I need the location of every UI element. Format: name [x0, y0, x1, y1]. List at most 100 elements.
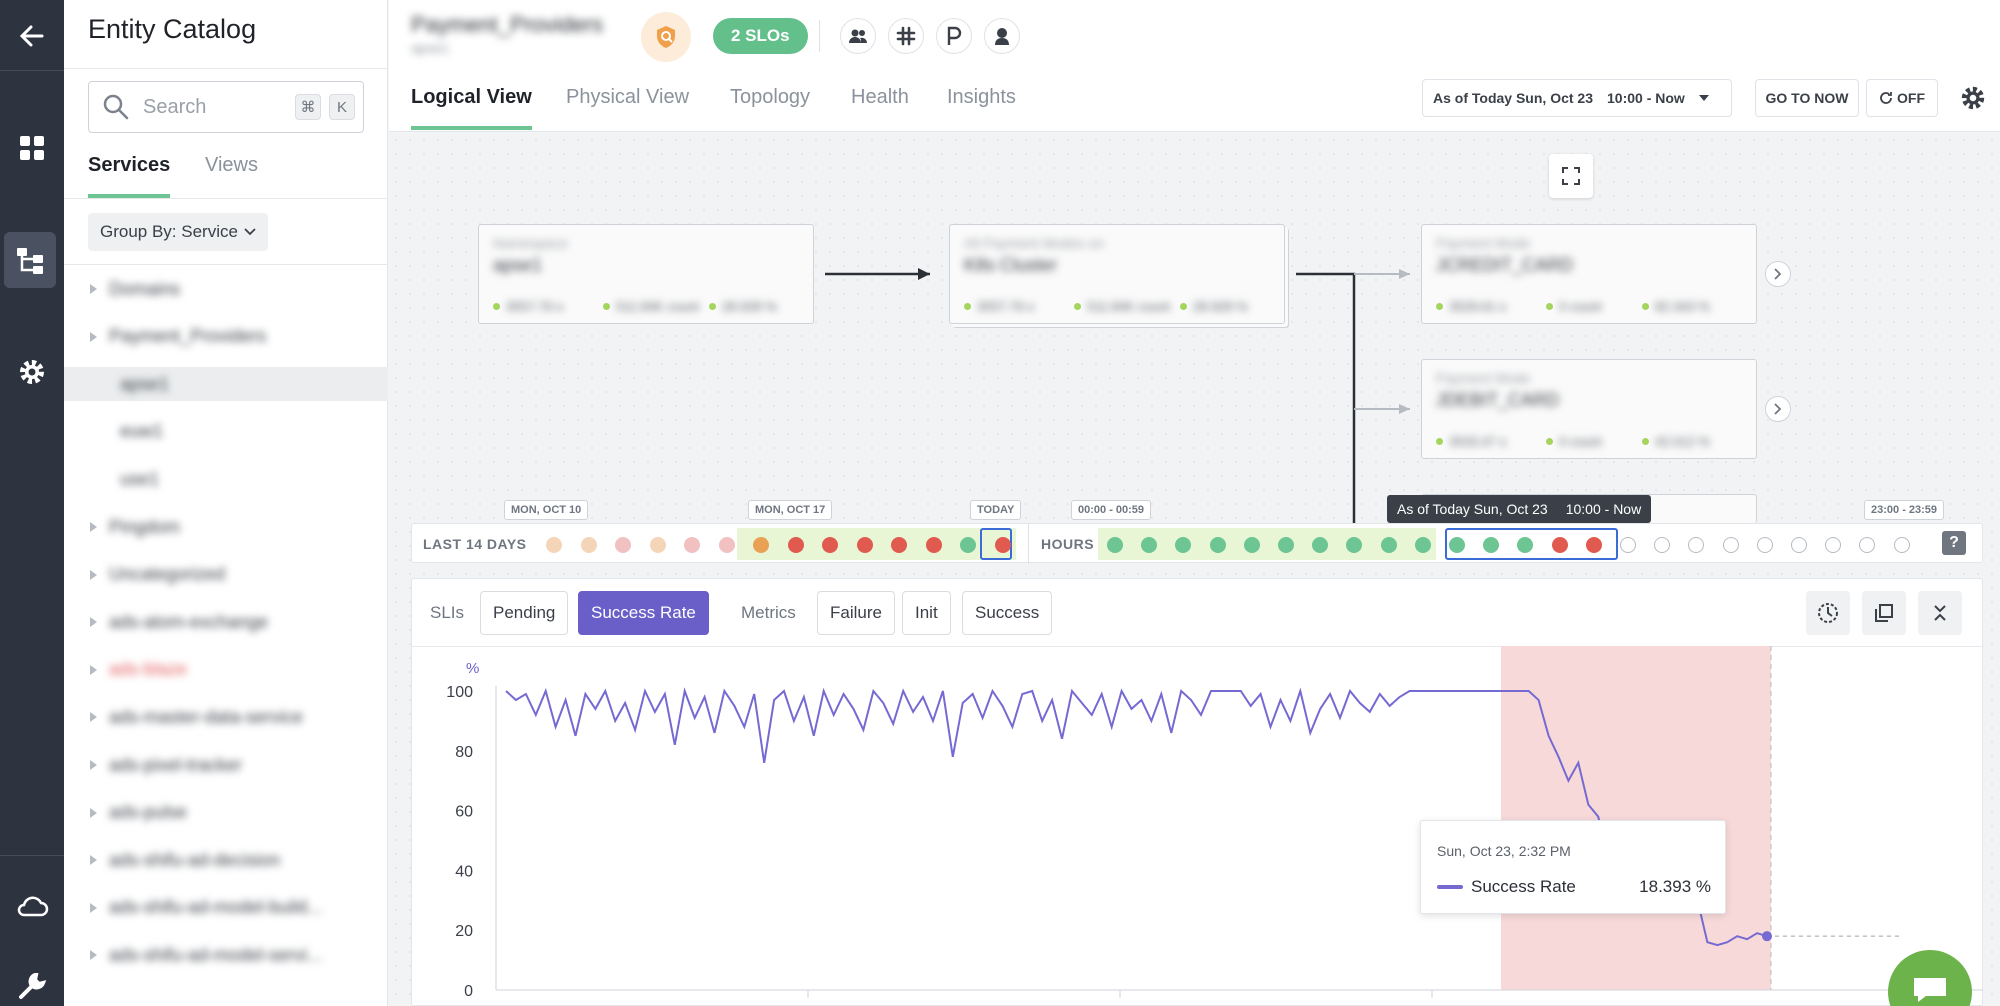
hour-dot[interactable]	[1688, 537, 1705, 553]
node-count: 0 count	[1559, 434, 1602, 449]
node-count: 0 count	[1559, 299, 1602, 314]
metrics-label: Metrics	[741, 603, 796, 622]
hour-dot[interactable]	[1414, 537, 1431, 553]
success-button[interactable]: Success	[962, 591, 1053, 635]
chevron-right-icon	[1774, 403, 1782, 415]
day-dot[interactable]	[822, 537, 838, 553]
node-kind: Payment Mode	[1436, 235, 1531, 251]
hour-dot[interactable]	[1243, 537, 1260, 553]
node-payment-mode[interactable]: Payment Mode JCREDIT_CARD 3529.61 s 0 co…	[1421, 224, 1757, 324]
node-latency: 3557.76 s	[977, 299, 1035, 314]
hour-dot[interactable]	[1585, 537, 1602, 553]
metrics-toolbar: SLIs Pending Success Rate Metrics Failur…	[412, 579, 1984, 647]
day-dot[interactable]	[787, 537, 804, 553]
history-button[interactable]	[1806, 591, 1850, 635]
hour-dot[interactable]	[1791, 537, 1807, 553]
success-rate-chart[interactable]: 0 20 40 60 80 100%	[411, 646, 1983, 1006]
chevron-right-icon	[1774, 268, 1782, 280]
hour-dot[interactable]	[1620, 537, 1636, 553]
day-dot[interactable]	[960, 537, 976, 553]
last-value-point	[1762, 931, 1772, 942]
y-axis-unit: %	[466, 660, 479, 677]
node-success-rate: 42.012 %	[1655, 434, 1710, 449]
node-name: JDEBIT_CARD	[1436, 390, 1560, 410]
hour-dot[interactable]	[1107, 537, 1123, 553]
node-expand-button[interactable]	[1765, 396, 1791, 422]
hour-dot[interactable]	[1722, 537, 1739, 553]
init-button[interactable]: Init	[902, 591, 951, 635]
node-count: 511.84K count	[1087, 299, 1170, 314]
copy-button[interactable]	[1862, 591, 1906, 635]
node-payment-mode[interactable]: Payment Mode JDEBIT_CARD 3533.47 s 0 cou…	[1421, 359, 1757, 459]
date-tag-today: TODAY	[970, 500, 1022, 520]
y-tick-label: 0	[464, 983, 473, 1000]
alert-region	[1501, 646, 1771, 990]
hour-tag-last: 23:00 - 23:59	[1864, 500, 1945, 520]
day-dot[interactable]	[925, 537, 942, 553]
clock-icon	[1818, 603, 1838, 623]
day-dot[interactable]	[684, 537, 700, 553]
node-name: apse1	[493, 255, 543, 275]
chat-icon	[1914, 978, 1946, 1002]
pending-button[interactable]: Pending	[480, 591, 569, 635]
day-dot[interactable]	[615, 537, 631, 553]
tooltip-value: 18.393 %	[1639, 877, 1711, 896]
slis-label: SLIs	[430, 603, 465, 622]
node-expand-button[interactable]	[1765, 261, 1791, 287]
y-tick-label: 80	[455, 744, 473, 761]
node-kind: All Payment Modes on	[964, 235, 1105, 251]
node-kind: Payment Mode	[1436, 370, 1531, 386]
node-cluster[interactable]: All Payment Modes on K8s Cluster 3557.76…	[949, 224, 1285, 324]
node-latency: 3529.61 s	[1449, 299, 1507, 314]
node-latency: 3533.47 s	[1449, 434, 1507, 449]
hour-dot[interactable]	[1278, 537, 1294, 553]
node-name: JCREDIT_CARD	[1436, 255, 1574, 275]
node-latency: 3557.76 s	[506, 299, 564, 314]
failure-button[interactable]: Failure	[817, 591, 895, 635]
hours-label: HOURS	[1041, 536, 1095, 552]
hour-dot[interactable]	[1551, 537, 1568, 553]
timeline-tooltip-date: As of Today Sun, Oct 23	[1397, 501, 1548, 517]
hour-tag-first: 00:00 - 00:59	[1071, 500, 1152, 520]
node-success-rate: 82.343 %	[1655, 299, 1710, 314]
hour-dot[interactable]	[1859, 537, 1876, 553]
hour-dot[interactable]	[1654, 537, 1671, 553]
day-dot[interactable]	[856, 537, 873, 553]
last-14-days-label: LAST 14 DAYS	[423, 536, 527, 552]
day-dot[interactable]	[891, 537, 907, 553]
tooltip-series-name: Success Rate	[1471, 877, 1576, 896]
tooltip-date: Sun, Oct 23, 2:32 PM	[1437, 843, 1571, 859]
collapse-icon	[1934, 605, 1946, 621]
day-dot[interactable]	[649, 537, 666, 553]
success-rate-button[interactable]: Success Rate	[578, 591, 709, 635]
y-tick-label: 20	[455, 923, 473, 940]
hour-dot[interactable]	[1209, 537, 1226, 553]
day-dot[interactable]	[994, 537, 1011, 553]
node-success-rate: 28.928 %	[722, 299, 777, 314]
day-dot[interactable]	[718, 537, 735, 553]
y-tick-label: 100	[446, 684, 473, 701]
timeline-tooltip-range: 10:00 - Now	[1565, 501, 1642, 517]
health-timeline: LAST 14 DAYS HOURS	[411, 523, 1983, 564]
node-name: K8s Cluster	[964, 255, 1058, 275]
day-dot[interactable]	[546, 537, 562, 553]
hour-dot[interactable]	[1825, 537, 1842, 553]
node-namespace[interactable]: Namespace apse1 3557.76 s 511.84K count …	[478, 224, 814, 324]
hour-dot[interactable]	[1449, 537, 1465, 553]
day-dot[interactable]	[753, 537, 769, 553]
hour-dot[interactable]	[1893, 537, 1910, 553]
collapse-button[interactable]	[1918, 591, 1962, 635]
y-tick-label: 60	[455, 804, 473, 821]
date-tag-oct-17: MON, OCT 17	[748, 500, 833, 520]
series-swatch	[1437, 885, 1463, 889]
timeline-tooltip: As of Today Sun, Oct 23 10:00 - Now	[1387, 495, 1652, 523]
day-dot[interactable]	[580, 537, 597, 553]
hour-dot[interactable]	[1380, 537, 1397, 553]
node-count: 511.84K count	[616, 299, 699, 314]
chart-tooltip: Sun, Oct 23, 2:32 PM Success Rate 18.393…	[1420, 820, 1726, 914]
y-tick-label: 40	[455, 863, 473, 880]
node-kind: Namespace	[493, 235, 568, 251]
help-button[interactable]: ?	[1942, 531, 1966, 555]
copy-icon	[1875, 604, 1893, 622]
hour-dot[interactable]	[1756, 537, 1773, 553]
